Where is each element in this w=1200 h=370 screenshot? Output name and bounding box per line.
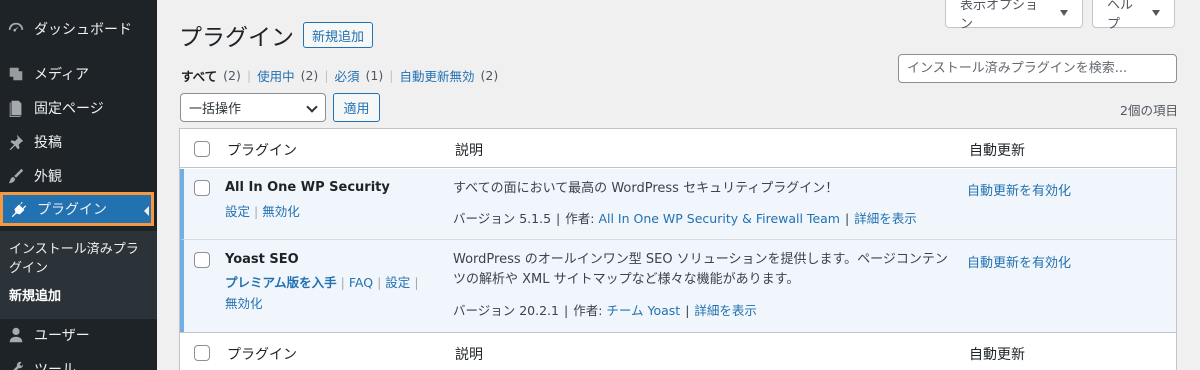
triangle-down-icon [1060,9,1068,16]
column-header-auto-update: 自動更新 [969,143,1025,159]
row-actions: プレミアム版を入手 | FAQ | 設定 | 無効化 [225,275,419,311]
items-count: 2個の項目 [1120,103,1178,118]
brush-icon [6,166,26,186]
triangle-down-icon [1152,9,1160,16]
author-link[interactable]: チーム Yoast [606,303,680,318]
user-icon [6,325,26,345]
sidebar-item-dashboard[interactable]: ダッシュボード [0,12,157,46]
sidebar-item-media[interactable]: メディア [0,57,157,91]
sidebar-item-label: ユーザー [34,328,90,344]
sidebar-item-label: ツール [34,362,76,370]
plugin-meta: バージョン 20.2.1 | 作者: チーム Yoast | 詳細を表示 [453,303,757,318]
column-header-plugin[interactable]: プラグイン [227,140,297,160]
sidebar-item-label: 固定ページ [34,101,104,117]
sidebar-item-posts[interactable]: 投稿 [0,125,157,159]
chevron-down-icon [306,101,318,113]
filter-autoupdate-disabled[interactable]: 自動更新無効 [399,66,474,85]
deactivate-link[interactable]: 無効化 [225,296,263,311]
admin-sidebar: ダッシュボード メディア 固定ページ 投稿 外観 プラグイン インストール済みプ… [0,0,157,370]
settings-link[interactable]: 設定 [385,275,410,290]
page-title: プラグイン [179,25,294,51]
plugin-status-filters: すべて (2) | 使用中 (2) | 必須 (1) | 自動更新無効 (2) [181,66,499,85]
plugin-search-input[interactable] [898,54,1177,83]
help-button[interactable]: ヘルプ [1092,0,1175,32]
main-content: プラグイン 新規追加 表示オプション ヘルプ すべて (2) | 使用中 (2)… [157,0,1200,370]
table-header: プラグイン 説明 自動更新 [180,129,1176,168]
settings-link[interactable]: 設定 [225,204,250,219]
sidebar-item-pages[interactable]: 固定ページ [0,91,157,125]
pin-icon [6,132,26,152]
view-details-link[interactable]: 詳細を表示 [694,303,757,318]
view-details-link[interactable]: 詳細を表示 [854,211,917,226]
page-icon [6,98,26,118]
plugins-table: プラグイン 説明 自動更新 All In One WP Security 設定 |… [179,128,1177,370]
author-link[interactable]: All In One WP Security & Firewall Team [598,211,840,226]
column-footer-auto-update: 自動更新 [969,347,1025,363]
screen-options-button[interactable]: 表示オプション [945,0,1083,32]
deactivate-link[interactable]: 無効化 [262,204,300,219]
sidebar-item-plugins[interactable]: プラグイン [0,192,154,226]
row-checkbox[interactable] [194,180,210,196]
plugin-description: WordPress のオールインワン型 SEO ソリューションを提供します。ペー… [453,252,948,287]
bulk-action-select[interactable]: 一括操作 [180,93,326,122]
table-row: All In One WP Security 設定 | 無効化 すべての面において最… [180,169,1176,240]
plugins-submenu: インストール済みプラ グイン 新規追加 [0,231,157,319]
plugin-description: すべての面において最高の WordPress セキュリティプラグイン！ [453,181,839,196]
select-all-checkbox[interactable] [194,345,210,361]
current-menu-arrow-icon [144,206,149,216]
dashboard-icon [6,19,26,39]
apply-button[interactable]: 適用 [333,93,380,122]
column-footer-description: 説明 [455,347,483,363]
enable-auto-update-link[interactable]: 自動更新を有効化 [967,252,1071,271]
select-all-checkbox[interactable] [194,141,210,157]
sidebar-item-label: メディア [34,67,90,83]
plugin-icon [9,199,29,219]
sidebar-item-tools[interactable]: ツール [0,352,157,370]
sidebar-item-label: プラグイン [37,202,107,218]
sidebar-item-appearance[interactable]: 外観 [0,159,157,193]
tool-icon [6,359,26,370]
media-icon [6,64,26,84]
column-header-description: 説明 [455,143,483,159]
get-premium-link[interactable]: プレミアム版を入手 [225,275,337,290]
submenu-add-new[interactable]: 新規追加 [9,287,61,306]
add-new-button[interactable]: 新規追加 [303,22,373,48]
filter-all[interactable]: すべて [181,66,217,85]
sidebar-item-label: 投稿 [34,135,62,151]
submenu-installed-plugins[interactable]: インストール済みプラ グイン [9,240,139,278]
plugin-meta: バージョン 5.1.5 | 作者: All In One WP Security &… [453,211,917,226]
filter-active[interactable]: 使用中 [257,66,295,85]
sidebar-item-label: 外観 [34,169,62,185]
row-checkbox[interactable] [194,252,210,268]
plugin-name: Yoast SEO [225,252,299,267]
sidebar-item-label: ダッシュボード [34,22,132,38]
row-actions: 設定 | 無効化 [225,204,300,219]
table-row: Yoast SEO プレミアム版を入手 | FAQ | 設定 | 無効化 WordPress… [180,240,1176,332]
faq-link[interactable]: FAQ [349,275,373,290]
enable-auto-update-link[interactable]: 自動更新を有効化 [967,180,1071,199]
column-footer-plugin[interactable]: プラグイン [227,344,297,364]
plugin-name: All In One WP Security [225,180,390,195]
sidebar-item-users[interactable]: ユーザー [0,318,157,352]
table-footer: プラグイン 説明 自動更新 [180,332,1176,370]
filter-mustuse[interactable]: 必須 [335,66,360,85]
